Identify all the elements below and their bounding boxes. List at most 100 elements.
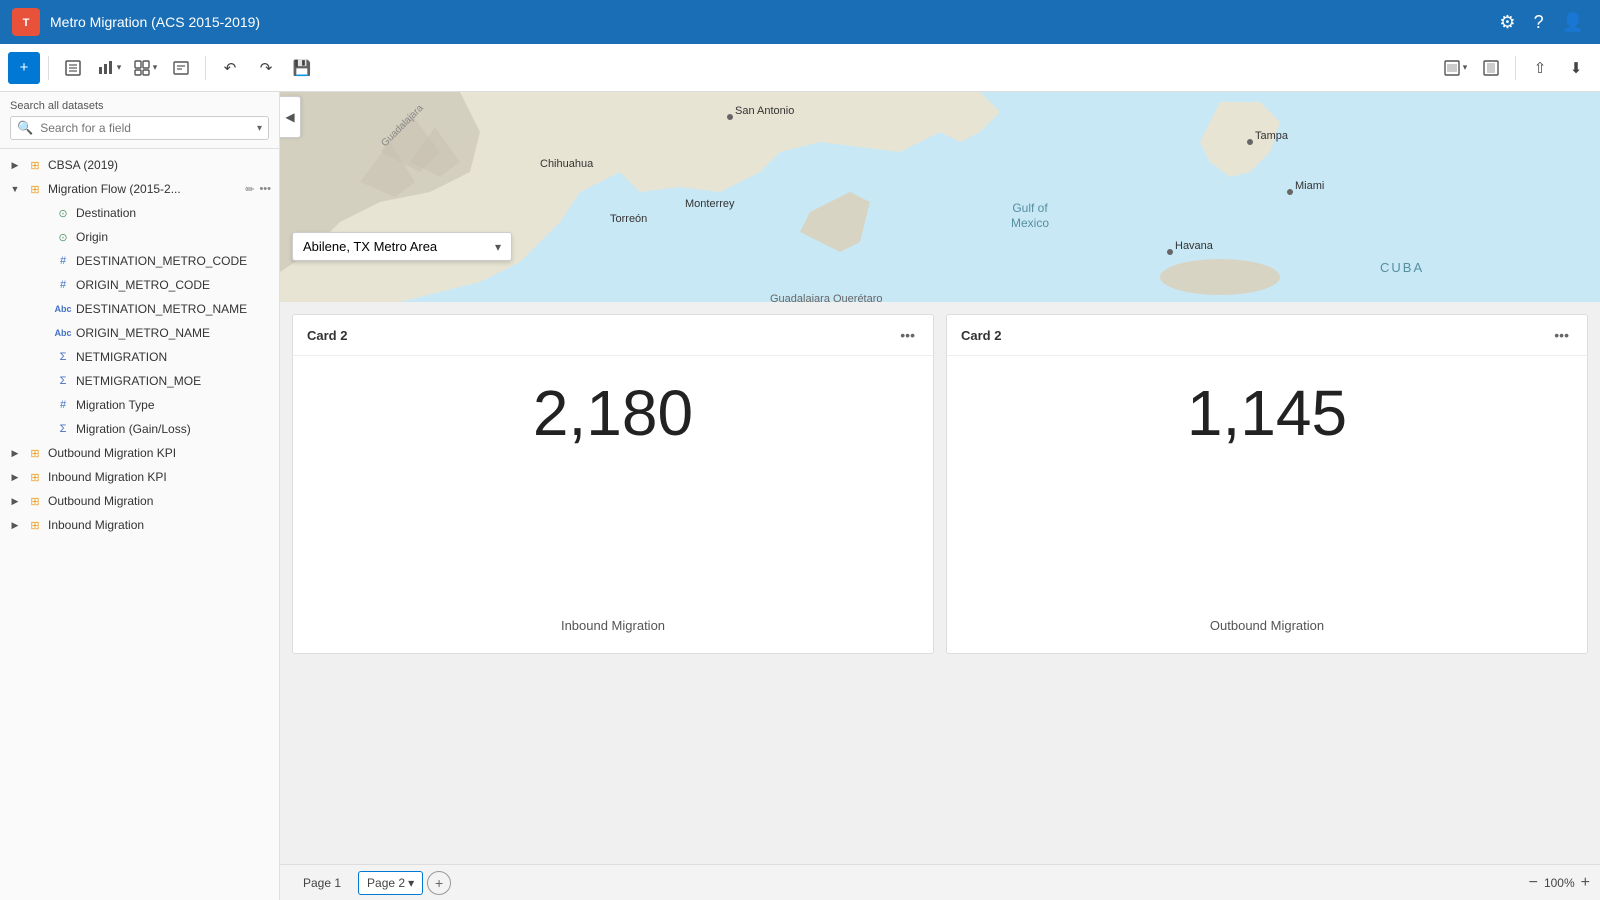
table-icon: ⊞: [27, 493, 43, 509]
card-label-outbound: Outbound Migration: [1210, 610, 1324, 633]
settings-icon[interactable]: ⚙: [1495, 8, 1519, 37]
titlebar: T Metro Migration (ACS 2015-2019) ⚙ ? 👤: [0, 0, 1600, 44]
svg-text:Torreón: Torreón: [610, 213, 647, 225]
text-icon: Abc: [55, 301, 71, 317]
sidebar-item-label: Outbound Migration KPI: [48, 446, 271, 460]
search-input-wrap: 🔍 ▾: [10, 116, 269, 140]
sidebar-item-label: Migration Type: [76, 398, 271, 412]
download-button[interactable]: ⬇: [1560, 52, 1592, 84]
svg-text:Chihuahua: Chihuahua: [540, 158, 594, 170]
more-icon[interactable]: •••: [259, 183, 271, 195]
user-icon[interactable]: 👤: [1558, 8, 1588, 37]
sidebar-item-label: DESTINATION_METRO_CODE: [76, 254, 271, 268]
card-inbound: Card 2 ••• 2,180 Inbound Migration: [292, 314, 934, 654]
fit-height-button[interactable]: [1475, 52, 1507, 84]
zoom-out-button[interactable]: −: [1529, 874, 1538, 892]
zoom-controls: − 100% +: [1529, 874, 1590, 892]
sidebar-item-label: Outbound Migration: [48, 494, 271, 508]
card-menu-button-inbound[interactable]: •••: [896, 325, 919, 345]
sidebar-item-label: ORIGIN_METRO_NAME: [76, 326, 271, 340]
edit-icon[interactable]: ✏: [245, 183, 254, 196]
geo-icon: ⊙: [55, 229, 71, 245]
sidebar-item-outbound-migration[interactable]: ▶ ⊞ Outbound Migration: [0, 489, 279, 513]
sidebar: Search all datasets 🔍 ▾ ▶ ⊞ CBSA (2019) …: [0, 92, 280, 900]
svg-text:Miami: Miami: [1295, 180, 1324, 192]
sidebar-item-netmigration-moe[interactable]: Σ NETMIGRATION_MOE: [0, 369, 279, 393]
app-icon: T: [12, 8, 40, 36]
expand-icon[interactable]: ▶: [8, 520, 22, 531]
svg-text:Gulf of: Gulf of: [1012, 201, 1048, 215]
table-icon: ⊞: [27, 181, 43, 197]
card-header-outbound: Card 2 •••: [947, 315, 1587, 356]
map-svg: San Antonio Tampa Miami Havana Gulf of M…: [280, 92, 1600, 302]
cards-area: Card 2 ••• 2,180 Inbound Migration Card …: [280, 302, 1600, 864]
sidebar-item-dest-metro-code[interactable]: # DESTINATION_METRO_CODE: [0, 249, 279, 273]
dimension-icon: #: [55, 397, 71, 413]
share-button[interactable]: ⇧: [1524, 52, 1556, 84]
save-button[interactable]: 💾: [286, 52, 318, 84]
content-area: ◀ San Antonio: [280, 92, 1600, 900]
search-icon: 🔍: [17, 120, 33, 136]
sidebar-item-netmigration[interactable]: Σ NETMIGRATION: [0, 345, 279, 369]
redo-button[interactable]: ↷: [250, 52, 282, 84]
sidebar-item-migration-flow[interactable]: ▼ ⊞ Migration Flow (2015-2... ✏ •••: [0, 177, 279, 201]
undo-button[interactable]: ↶: [214, 52, 246, 84]
sidebar-item-inbound-migration[interactable]: ▶ ⊞ Inbound Migration: [0, 513, 279, 537]
search-input[interactable]: [36, 117, 257, 139]
sidebar-item-origin-metro-code[interactable]: # ORIGIN_METRO_CODE: [0, 273, 279, 297]
expand-icon[interactable]: ▶: [8, 496, 22, 507]
sidebar-item-label: DESTINATION_METRO_NAME: [76, 302, 271, 316]
app-title: Metro Migration (ACS 2015-2019): [50, 14, 260, 30]
sidebar-item-label: Inbound Migration: [48, 518, 271, 532]
measure-icon: Σ: [55, 349, 71, 365]
table-icon: ⊞: [27, 445, 43, 461]
sidebar-item-origin[interactable]: ⊙ Origin: [0, 225, 279, 249]
location-dropdown[interactable]: Abilene, TX Metro Area ▾: [292, 232, 512, 261]
svg-text:CUBA: CUBA: [1380, 260, 1424, 275]
sidebar-item-inbound-kpi[interactable]: ▶ ⊞ Inbound Migration KPI: [0, 465, 279, 489]
toolbar: + ▾ ▾ ↶ ↷ 💾 ▾ ⇧ ⬇: [0, 44, 1600, 92]
worksheet-button[interactable]: [57, 52, 89, 84]
sidebar-item-destination[interactable]: ⊙ Destination: [0, 201, 279, 225]
page2-label: Page 2: [367, 876, 405, 890]
help-icon[interactable]: ?: [1530, 8, 1548, 37]
sidebar-item-label: Destination: [76, 206, 271, 220]
card-value-outbound: 1,145: [1187, 376, 1347, 450]
zoom-in-button[interactable]: +: [1581, 874, 1590, 892]
expand-icon[interactable]: ▼: [8, 184, 22, 194]
dashboard-button[interactable]: ▾: [129, 52, 161, 84]
sidebar-item-migration-type[interactable]: # Migration Type: [0, 393, 279, 417]
sidebar-item-label: CBSA (2019): [48, 158, 271, 172]
card-value-inbound: 2,180: [533, 376, 693, 450]
sidebar-item-outbound-kpi[interactable]: ▶ ⊞ Outbound Migration KPI: [0, 441, 279, 465]
search-label: Search all datasets: [10, 100, 269, 112]
sidebar-item-dest-metro-name[interactable]: Abc DESTINATION_METRO_NAME: [0, 297, 279, 321]
card-label-inbound: Inbound Migration: [561, 610, 665, 633]
sidebar-item-migration-gainloss[interactable]: Σ Migration (Gain/Loss): [0, 417, 279, 441]
new-button[interactable]: +: [8, 52, 40, 84]
sidebar-item-label: NETMIGRATION: [76, 350, 271, 364]
story-button[interactable]: [165, 52, 197, 84]
page1-tab[interactable]: Page 1: [290, 871, 354, 895]
sidebar-item-label: Migration (Gain/Loss): [76, 422, 271, 436]
expand-icon[interactable]: ▶: [8, 160, 22, 171]
card-title-inbound: Card 2: [307, 328, 888, 343]
expand-icon[interactable]: ▶: [8, 472, 22, 483]
sidebar-item-label: Migration Flow (2015-2...: [48, 182, 240, 196]
text-icon: Abc: [55, 325, 71, 341]
measure-icon: Σ: [55, 373, 71, 389]
collapse-sidebar-button[interactable]: ◀: [280, 96, 301, 138]
sidebar-item-origin-metro-name[interactable]: Abc ORIGIN_METRO_NAME: [0, 321, 279, 345]
add-page-button[interactable]: +: [427, 871, 451, 895]
page2-tab[interactable]: Page 2 ▾: [358, 871, 423, 895]
card-menu-button-outbound[interactable]: •••: [1550, 325, 1573, 345]
search-chevron-icon[interactable]: ▾: [257, 123, 262, 134]
expand-icon[interactable]: ▶: [8, 448, 22, 459]
sidebar-item-cbsa[interactable]: ▶ ⊞ CBSA (2019): [0, 153, 279, 177]
chart-button[interactable]: ▾: [93, 52, 125, 84]
svg-text:T: T: [23, 17, 30, 29]
svg-text:Monterrey: Monterrey: [685, 198, 735, 210]
card-outbound: Card 2 ••• 1,145 Outbound Migration: [946, 314, 1588, 654]
map-area: ◀ San Antonio: [280, 92, 1600, 302]
fit-width-button[interactable]: ▾: [1439, 52, 1471, 84]
